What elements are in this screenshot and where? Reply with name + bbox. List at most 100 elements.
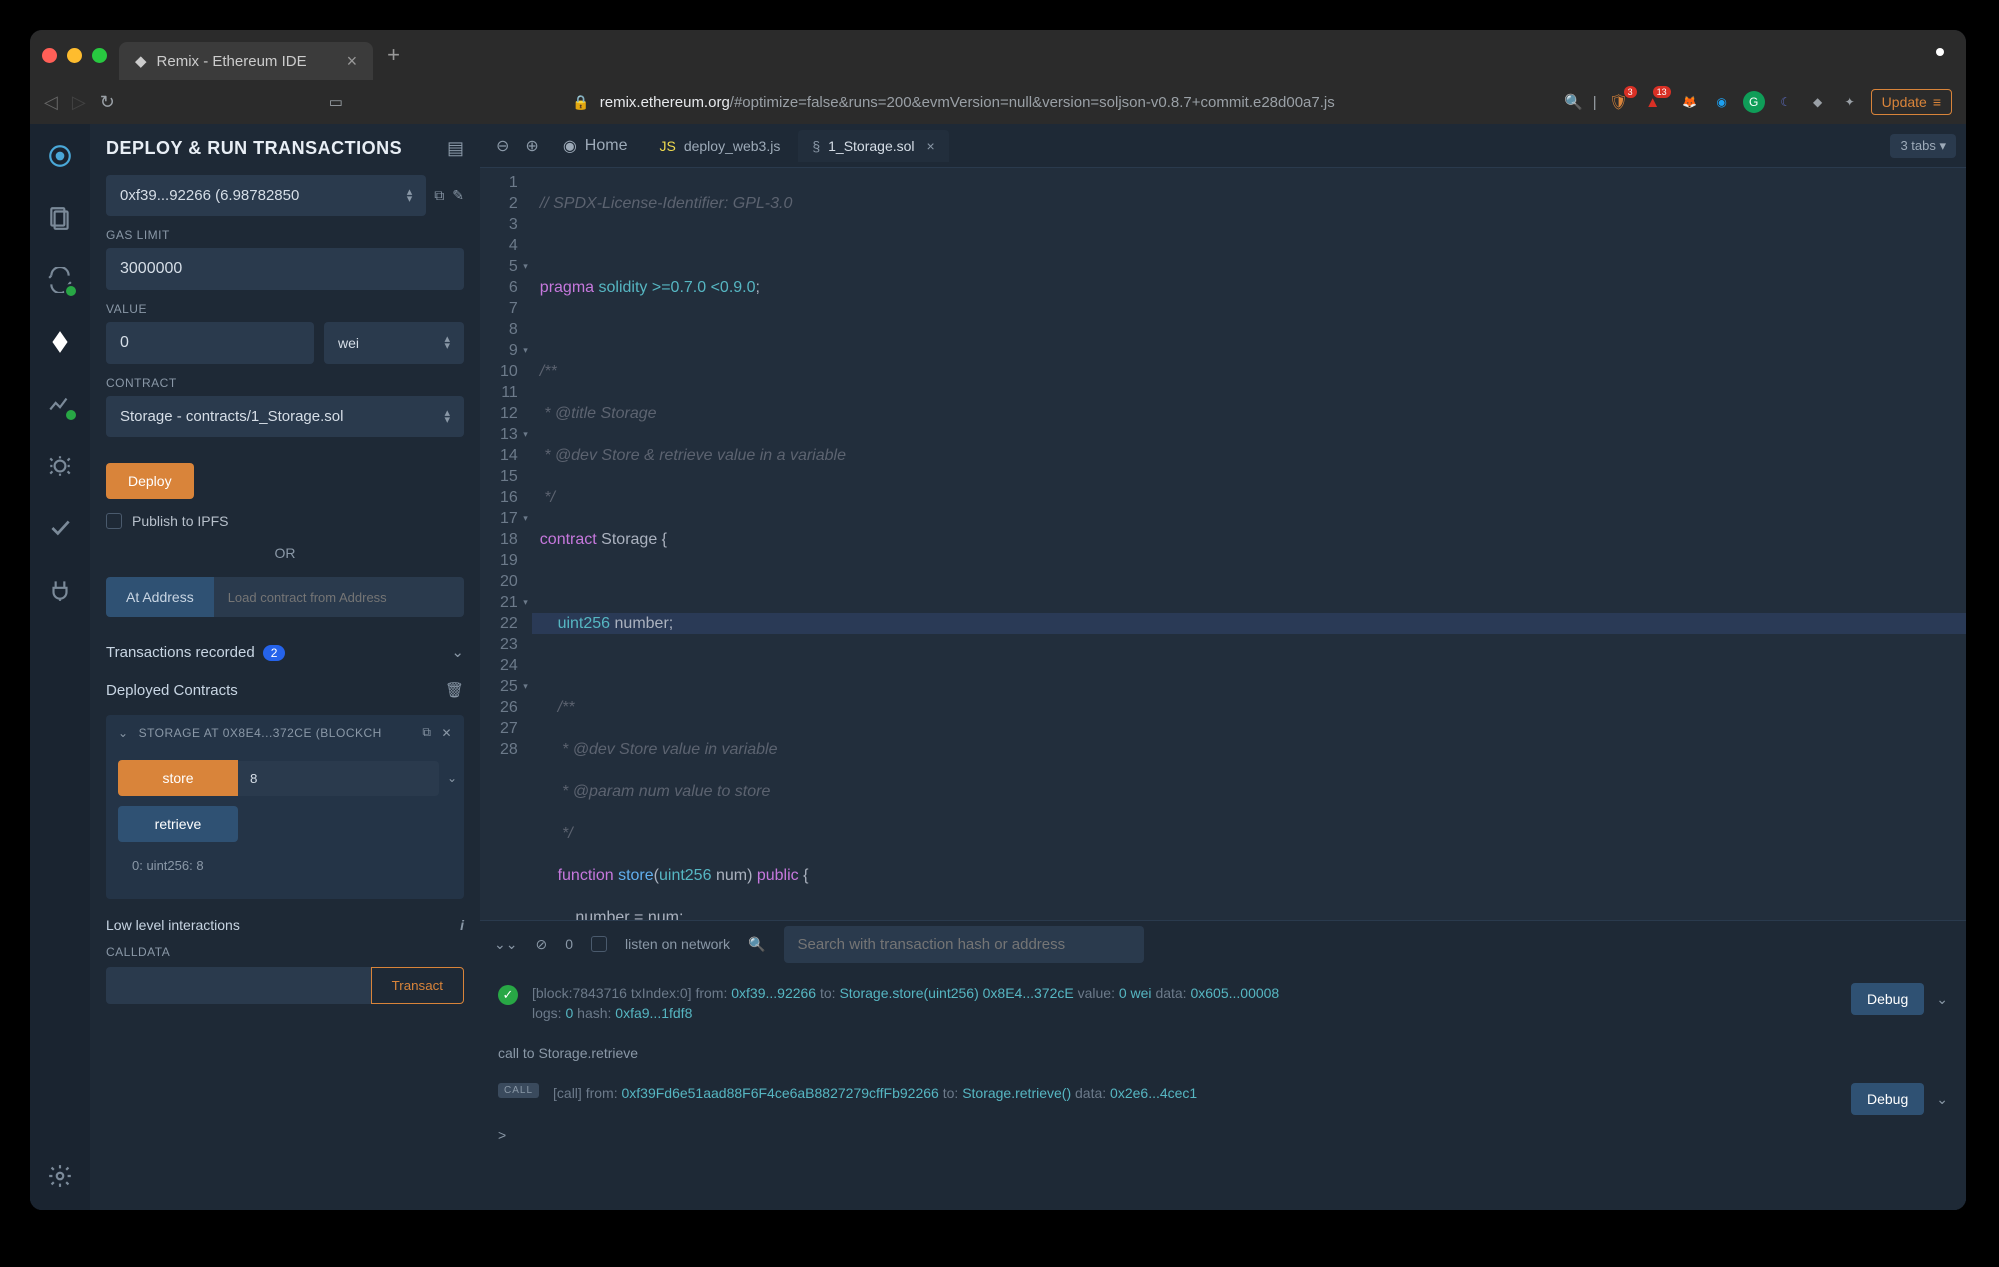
separator: | (1593, 94, 1597, 111)
url-text: remix.ethereum.org/#optimize=false&runs=… (600, 94, 1335, 111)
static-analysis-icon[interactable] (40, 384, 80, 424)
close-tab-icon[interactable]: × (927, 138, 935, 154)
log-entry[interactable]: ✓ [block:7843716 txIndex:0] from: 0xf39.… (498, 975, 1948, 1031)
solidity-file-icon: § (812, 138, 820, 154)
update-button[interactable]: Update≡ (1871, 89, 1952, 115)
solidity-compiler-icon[interactable] (40, 260, 80, 300)
transact-button[interactable]: Transact (371, 967, 464, 1004)
tab-count-dropdown[interactable]: 3 tabs ▾ (1890, 134, 1956, 158)
tab-title: Remix - Ethereum IDE (157, 53, 307, 70)
main-area: ⊖ ⊕ ◉ Home JS deploy_web3.js § 1_Storage… (480, 124, 1966, 1210)
terminal-search-input[interactable] (784, 926, 1144, 963)
retrieve-function-button[interactable]: retrieve (118, 806, 238, 842)
notification-extension-icon[interactable]: ▲13 (1641, 90, 1665, 114)
terminal-toolbar: ⌄⌄ ⊘ 0 listen on network 🔍 (480, 921, 1966, 967)
tab-storage-sol[interactable]: § 1_Storage.sol × (798, 130, 948, 162)
calldata-label: CALLDATA (106, 945, 464, 959)
deploy-button[interactable]: Deploy (106, 463, 194, 499)
gas-limit-input[interactable] (106, 248, 464, 290)
call-badge: CALL (498, 1083, 539, 1098)
browser-tab[interactable]: ◆ Remix - Ethereum IDE × (119, 42, 373, 80)
chevron-down-icon[interactable]: ⌄ (118, 726, 129, 740)
back-button[interactable]: ◁ (44, 92, 58, 113)
code-editor[interactable]: 12345▾6789▾10111213▾14151617▾18192021▾22… (480, 168, 1966, 920)
extension-icons: 🦊 ◉ G ☾ ◆ ✦ Update≡ (1679, 89, 1952, 115)
browser-window: ◆ Remix - Ethereum IDE × + ◁ ▷ ↻ ▭ 🔒 rem… (30, 30, 1966, 1210)
at-address-input[interactable] (214, 577, 464, 617)
line-gutter: 12345▾6789▾10111213▾14151617▾18192021▾22… (480, 168, 532, 920)
terminal-prompt[interactable]: > (498, 1123, 1948, 1147)
listen-label: listen on network (625, 936, 730, 952)
traffic-lights (42, 48, 107, 63)
tab-deploy-web3[interactable]: JS deploy_web3.js (645, 130, 794, 162)
value-unit-select[interactable]: wei ▴▾ (324, 322, 464, 364)
shield-extension-icon[interactable]: 🛡3 (1607, 90, 1631, 114)
caret-icon: ▴▾ (407, 189, 413, 203)
chevron-down-icon[interactable]: ⌄ (447, 771, 457, 785)
new-tab-button[interactable]: + (387, 42, 400, 68)
unit-testing-icon[interactable] (40, 508, 80, 548)
clear-terminal-icon[interactable]: ⊘ (535, 936, 547, 953)
home-tab[interactable]: ◉ Home (549, 136, 642, 156)
settings-icon[interactable] (40, 1156, 80, 1196)
deploy-run-icon[interactable] (40, 322, 80, 362)
menu-icon: ≡ (1933, 94, 1941, 110)
extensions-menu-icon[interactable]: ✦ (1839, 91, 1861, 113)
store-function-button[interactable]: store (118, 760, 238, 796)
at-address-button[interactable]: At Address (106, 577, 214, 617)
value-input[interactable] (106, 322, 314, 364)
extension-2-icon[interactable]: ◉ (1711, 91, 1733, 113)
deploy-run-panel: DEPLOY & RUN TRANSACTIONS ▤ 0xf39...9226… (90, 124, 480, 1210)
remix-logo-icon[interactable] (40, 136, 80, 176)
reload-button[interactable]: ↻ (100, 92, 115, 113)
log-text: [block:7843716 txIndex:0] from: 0xf39...… (532, 983, 1837, 1023)
plugin-manager-icon[interactable] (40, 570, 80, 610)
deployed-contracts-label: Deployed Contracts (106, 682, 238, 699)
retrieve-result: 0: uint256: 8 (118, 852, 452, 883)
edit-account-icon[interactable]: ✎ (452, 187, 464, 204)
calldata-input[interactable] (106, 967, 371, 1004)
zoom-in-icon[interactable]: ⊕ (519, 136, 544, 156)
copy-account-icon[interactable]: ⧉ (434, 187, 444, 204)
panel-menu-icon[interactable]: ▤ (447, 138, 464, 159)
search-terminal-icon[interactable]: 🔍 (748, 936, 765, 953)
transactions-recorded-row[interactable]: Transactions recorded2 ⌄ (106, 633, 464, 671)
titlebar: ◆ Remix - Ethereum IDE × + (30, 30, 1966, 80)
metamask-icon[interactable]: 🦊 (1679, 91, 1701, 113)
info-icon[interactable]: i (460, 917, 464, 933)
chevron-down-icon[interactable]: ⌄ (1936, 991, 1948, 1008)
checkbox-icon (106, 513, 122, 529)
tx-count-badge: 2 (263, 645, 286, 661)
store-function-input[interactable] (238, 761, 439, 796)
collapse-terminal-icon[interactable]: ⌄⌄ (494, 936, 517, 953)
deployed-contract-item: ⌄ STORAGE AT 0X8E4...372CE (BLOCKCH ⧉ ✕ … (106, 715, 464, 899)
contract-select[interactable]: Storage - contracts/1_Storage.sol ▴▾ (106, 396, 464, 437)
account-select[interactable]: 0xf39...92266 (6.98782850 ▴▾ (106, 175, 426, 216)
maximize-window-icon[interactable] (92, 48, 107, 63)
caret-icon: ▴▾ (444, 336, 450, 350)
close-window-icon[interactable] (42, 48, 57, 63)
extension-5-icon[interactable]: ◆ (1807, 91, 1829, 113)
log-text: [call] from: 0xf39Fd6e51aad88F6F4ce6aB88… (553, 1083, 1837, 1103)
forward-button[interactable]: ▷ (72, 92, 86, 113)
publish-ipfs-checkbox[interactable]: Publish to IPFS (106, 513, 464, 529)
copy-address-icon[interactable]: ⧉ (422, 725, 431, 740)
close-contract-icon[interactable]: ✕ (441, 726, 452, 740)
debug-button[interactable]: Debug (1851, 983, 1924, 1015)
log-entry[interactable]: CALL [call] from: 0xf39Fd6e51aad88F6F4ce… (498, 1075, 1948, 1123)
zoom-out-icon[interactable]: ⊖ (490, 136, 515, 156)
minimize-window-icon[interactable] (67, 48, 82, 63)
extension-3-icon[interactable]: G (1743, 91, 1765, 113)
file-explorer-icon[interactable] (40, 198, 80, 238)
debugger-icon[interactable] (40, 446, 80, 486)
zoom-icon[interactable]: 🔍 (1564, 93, 1583, 111)
chevron-down-icon[interactable]: ⌄ (1936, 1091, 1948, 1108)
extension-4-icon[interactable]: ☾ (1775, 91, 1797, 113)
remix-app: DEPLOY & RUN TRANSACTIONS ▤ 0xf39...9226… (30, 124, 1966, 1210)
close-tab-icon[interactable]: × (347, 51, 358, 72)
listen-network-checkbox[interactable] (591, 936, 607, 952)
address-field[interactable]: ▭ 🔒 remix.ethereum.org/#optimize=false&r… (129, 90, 1665, 114)
debug-button[interactable]: Debug (1851, 1083, 1924, 1115)
trash-icon[interactable]: 🗑 (445, 681, 464, 699)
bookmark-icon[interactable]: ▭ (129, 93, 343, 111)
